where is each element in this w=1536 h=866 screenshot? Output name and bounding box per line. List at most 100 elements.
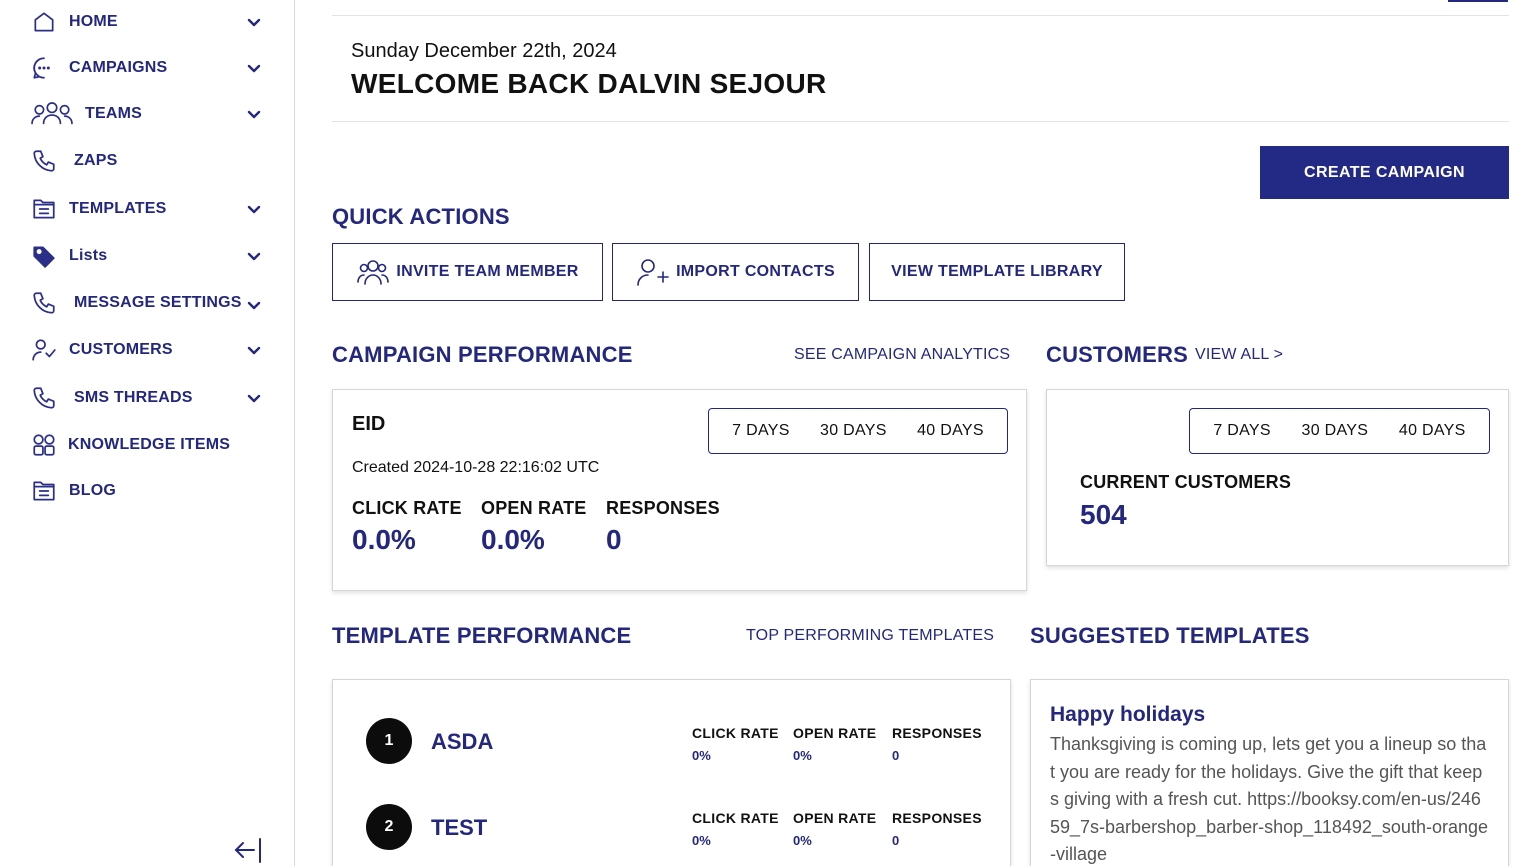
grid-icon bbox=[30, 431, 58, 459]
suggested-template-card[interactable]: Happy holidays Thanksgiving is coming up… bbox=[1030, 679, 1509, 866]
sidebar-item-knowledge-items[interactable]: KNOWLEDGE ITEMS bbox=[30, 427, 270, 463]
sidebar-item-message-settings[interactable]: MESSAGE SETTINGS bbox=[30, 285, 270, 321]
sidebar-item-label: MESSAGE SETTINGS bbox=[74, 294, 242, 311]
sidebar-item-label: TEAMS bbox=[85, 105, 142, 122]
click-rate-label: CLICK RATE bbox=[692, 725, 779, 741]
range-7-days[interactable]: 7 DAYS bbox=[722, 422, 800, 440]
sidebar-item-templates[interactable]: TEMPLATES bbox=[30, 191, 270, 227]
tag-icon bbox=[30, 242, 58, 270]
current-customers-label: CURRENT CUSTOMERS bbox=[1080, 472, 1292, 492]
sidebar-item-blog[interactable]: BLOG bbox=[30, 473, 270, 509]
suggested-template-title: Happy holidays bbox=[1050, 703, 1206, 726]
open-rate-value: 0% bbox=[793, 748, 812, 763]
template-performance-title: TEMPLATE PERFORMANCE bbox=[332, 623, 632, 648]
campaign-created-date: Created 2024-10-28 22:16:02 UTC bbox=[352, 459, 600, 476]
range-40-days[interactable]: 40 DAYS bbox=[907, 422, 994, 440]
chevron-down-icon[interactable] bbox=[246, 60, 262, 76]
collapse-arrow-icon[interactable] bbox=[232, 836, 264, 864]
sidebar-item-home[interactable]: HOME bbox=[30, 4, 270, 40]
folder-icon bbox=[30, 195, 58, 223]
responses-value: 0 bbox=[892, 748, 900, 763]
campaign-performance-card: 7 DAYS 30 DAYS 40 DAYS EID Created 2024-… bbox=[332, 389, 1027, 591]
sidebar-item-sms-threads[interactable]: SMS THREADS bbox=[30, 380, 270, 416]
phone-icon bbox=[30, 384, 58, 412]
current-customers-value: 504 bbox=[1080, 499, 1127, 530]
phone-icon bbox=[30, 289, 58, 317]
chevron-down-icon[interactable] bbox=[246, 14, 262, 30]
top-performing-templates-link[interactable]: TOP PERFORMING TEMPLATES bbox=[746, 627, 994, 645]
sidebar-item-label: ZAPS bbox=[74, 152, 118, 169]
sidebar-item-label: Lists bbox=[69, 247, 108, 264]
create-campaign-button[interactable]: CREATE CAMPAIGN bbox=[1260, 146, 1509, 199]
customers-title: CUSTOMERS bbox=[1046, 342, 1188, 367]
current-date: Sunday December 22th, 2024 bbox=[351, 40, 617, 62]
sidebar-item-label: KNOWLEDGE ITEMS bbox=[68, 436, 231, 453]
sidebar-item-zaps[interactable]: ZAPS bbox=[30, 143, 270, 179]
sidebar-item-label: SMS THREADS bbox=[74, 389, 193, 406]
top-accent-bar bbox=[1448, 0, 1508, 2]
invite-team-member-button[interactable]: INVITE TEAM MEMBER bbox=[332, 243, 603, 301]
chevron-down-icon[interactable] bbox=[246, 390, 262, 406]
see-campaign-analytics-link[interactable]: SEE CAMPAIGN ANALYTICS bbox=[794, 346, 1010, 364]
sidebar-item-lists[interactable]: Lists bbox=[30, 238, 270, 274]
responses-label: RESPONSES bbox=[892, 810, 982, 826]
range-40-days[interactable]: 40 DAYS bbox=[1389, 422, 1476, 440]
quick-actions-title: QUICK ACTIONS bbox=[332, 204, 510, 229]
suggested-template-body: Thanksgiving is coming up, lets get you … bbox=[1050, 734, 1488, 864]
campaign-range-selector: 7 DAYS 30 DAYS 40 DAYS bbox=[708, 408, 1008, 454]
chevron-down-icon[interactable] bbox=[246, 297, 262, 313]
responses-value: 0 bbox=[892, 833, 900, 848]
range-30-days[interactable]: 30 DAYS bbox=[810, 422, 897, 440]
user-plus-icon bbox=[637, 259, 669, 286]
template-performance-card: 1 ASDA CLICK RATE 0% OPEN RATE 0% RESPON… bbox=[332, 679, 1011, 866]
import-contacts-label: IMPORT CONTACTS bbox=[676, 263, 835, 280]
chevron-down-icon[interactable] bbox=[246, 106, 262, 122]
rank-badge: 1 bbox=[366, 718, 412, 764]
view-all-customers-link[interactable]: VIEW ALL > bbox=[1195, 346, 1283, 364]
sidebar: HOME CAMPAIGNS TEAMS ZAPS TEMPLATES List… bbox=[0, 0, 295, 866]
invite-team-member-label: INVITE TEAM MEMBER bbox=[396, 263, 579, 280]
sidebar-item-campaigns[interactable]: CAMPAIGNS bbox=[30, 50, 270, 86]
sidebar-item-teams[interactable]: TEAMS bbox=[30, 96, 270, 132]
campaign-name: EID bbox=[352, 413, 386, 435]
responses-value: 0 bbox=[606, 524, 622, 555]
open-rate-value: 0.0% bbox=[481, 524, 545, 555]
click-rate-value: 0% bbox=[692, 748, 711, 763]
chevron-down-icon[interactable] bbox=[246, 201, 262, 217]
click-rate-label: CLICK RATE bbox=[352, 498, 462, 518]
open-rate-label: OPEN RATE bbox=[481, 498, 587, 518]
click-rate-value: 0% bbox=[692, 833, 711, 848]
phone-icon bbox=[30, 147, 58, 175]
sidebar-item-label: CUSTOMERS bbox=[69, 341, 173, 358]
customers-card: 7 DAYS 30 DAYS 40 DAYS CURRENT CUSTOMERS… bbox=[1046, 389, 1509, 566]
range-7-days[interactable]: 7 DAYS bbox=[1203, 422, 1281, 440]
sidebar-item-label: HOME bbox=[69, 13, 118, 30]
rank-badge: 2 bbox=[366, 804, 412, 850]
folder-icon bbox=[30, 477, 58, 505]
sidebar-item-label: TEMPLATES bbox=[69, 200, 167, 217]
chat-bubble-icon bbox=[30, 54, 58, 82]
click-rate-value: 0.0% bbox=[352, 524, 416, 555]
divider bbox=[332, 121, 1509, 122]
home-icon bbox=[30, 8, 58, 36]
view-template-library-button[interactable]: VIEW TEMPLATE LIBRARY bbox=[869, 243, 1125, 301]
customers-range-selector: 7 DAYS 30 DAYS 40 DAYS bbox=[1189, 408, 1490, 454]
divider bbox=[332, 15, 1509, 16]
responses-label: RESPONSES bbox=[606, 498, 720, 518]
open-rate-label: OPEN RATE bbox=[793, 725, 877, 741]
range-30-days[interactable]: 30 DAYS bbox=[1292, 422, 1379, 440]
sidebar-item-label: BLOG bbox=[69, 482, 117, 499]
chevron-down-icon[interactable] bbox=[246, 248, 262, 264]
chevron-down-icon[interactable] bbox=[246, 342, 262, 358]
import-contacts-button[interactable]: IMPORT CONTACTS bbox=[612, 243, 859, 301]
template-name[interactable]: TEST bbox=[431, 815, 487, 841]
user-check-icon bbox=[30, 336, 58, 364]
click-rate-label: CLICK RATE bbox=[692, 810, 779, 826]
suggested-templates-title: SUGGESTED TEMPLATES bbox=[1030, 623, 1310, 648]
open-rate-value: 0% bbox=[793, 833, 812, 848]
team-icon bbox=[30, 100, 74, 128]
campaign-performance-title: CAMPAIGN PERFORMANCE bbox=[332, 342, 633, 367]
template-name[interactable]: ASDA bbox=[431, 729, 493, 755]
sidebar-item-customers[interactable]: CUSTOMERS bbox=[30, 332, 270, 368]
sidebar-item-label: CAMPAIGNS bbox=[69, 59, 168, 76]
